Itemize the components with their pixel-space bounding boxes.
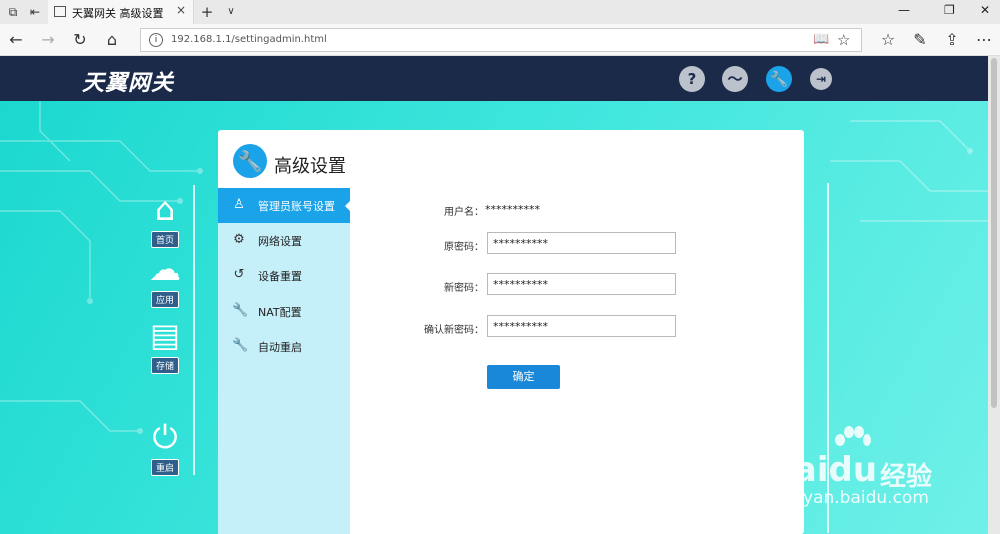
cloud-icon: ☁ — [149, 250, 181, 288]
nav-item-nat[interactable]: 🔧 NAT配置 — [218, 294, 350, 329]
maximize-icon[interactable]: ❐ — [944, 3, 955, 17]
username-value: ********** — [485, 203, 540, 216]
forward-icon[interactable]: → — [38, 30, 58, 50]
share-icon[interactable]: ⇪ — [942, 30, 962, 50]
help-icon[interactable]: ? — [679, 66, 705, 92]
info-icon[interactable]: i — [149, 33, 163, 47]
nav-item-admin-account[interactable]: ♙ 管理员账号设置 — [218, 188, 351, 223]
rail-item-reboot[interactable]: ⏻ 重启 — [142, 418, 188, 476]
rail-item-apps[interactable]: ☁ 应用 — [142, 250, 188, 308]
browser-tab-bar: ⧉ ⇤ 天翼网关 高级设置 × + ∨ — ❐ ✕ — [0, 0, 1000, 24]
settings-side-nav: ♙ 管理员账号设置 ⚙ 网络设置 ↺ 设备重置 🔧 NAT配置 🔧 自动重启 — [218, 188, 351, 534]
wrench-icon: 🔧 — [232, 303, 249, 318]
minimize-icon[interactable]: — — [898, 3, 910, 17]
confirm-password-input[interactable]: ********** — [487, 315, 676, 337]
reading-view-icon[interactable]: 📖 — [813, 32, 829, 47]
address-bar[interactable]: i 192.168.1.1/settingadmin.html 📖 ☆ — [140, 28, 862, 52]
tab-list-icon[interactable]: ∨ — [222, 3, 240, 21]
rail-label: 首页 — [150, 231, 179, 248]
rail-item-storage[interactable]: ▤ 存储 — [142, 316, 188, 374]
nav-item-label: 网络设置 — [258, 235, 302, 248]
rail-label: 应用 — [150, 291, 179, 308]
old-password-input[interactable]: ********** — [487, 232, 676, 254]
nav-item-auto-reboot[interactable]: 🔧 自动重启 — [218, 329, 350, 364]
page-icon — [54, 6, 66, 17]
gear-icon: ⚙ — [233, 232, 245, 247]
page-scrollbar[interactable] — [988, 56, 1000, 534]
settings-panel: 🔧 高级设置 ♙ 管理员账号设置 ⚙ 网络设置 ↺ 设备重置 🔧 NAT配置 🔧… — [218, 130, 804, 534]
username-label: 用户名： — [444, 207, 484, 218]
scrollbar-thumb[interactable] — [991, 58, 997, 408]
power-icon: ⏻ — [152, 418, 178, 456]
tab-actions-icon[interactable]: ⧉ — [4, 3, 22, 21]
url-text[interactable]: 192.168.1.1/settingadmin.html — [171, 34, 327, 45]
watermark-url: jingyan.baidu.com — [772, 488, 929, 508]
back-icon[interactable]: ← — [6, 30, 26, 50]
baidu-watermark: Baidu 经验 jingyan.baidu.com — [768, 426, 968, 510]
rail-item-home[interactable]: ⌂ 首页 — [142, 190, 188, 248]
logo: 天翼网关 — [82, 71, 175, 96]
logout-icon[interactable]: ⇥ — [810, 68, 832, 90]
tab-title: 天翼网关 高级设置 — [72, 7, 164, 20]
old-password-label: 原密码： — [444, 242, 484, 253]
window-close-icon[interactable]: ✕ — [980, 3, 990, 17]
favorites-hub-icon[interactable]: ☆ — [878, 30, 898, 50]
reset-icon: ↺ — [233, 267, 245, 282]
nav-item-label: 管理员账号设置 — [258, 200, 335, 213]
confirm-button[interactable]: 确定 — [487, 365, 560, 389]
wrench-icon: 🔧 — [233, 144, 267, 178]
app-header: 天翼网关 — [0, 56, 1000, 101]
new-password-label: 新密码： — [444, 283, 484, 294]
pen-icon[interactable]: ✎ — [910, 30, 930, 50]
new-tab-icon[interactable]: + — [198, 3, 216, 21]
nav-item-label: 自动重启 — [258, 341, 302, 354]
user-icon: ♙ — [233, 197, 245, 212]
rail-label: 存储 — [150, 357, 179, 374]
network-icon[interactable]: 〜 — [722, 66, 748, 92]
browser-nav-bar: ← → ↻ ⌂ i 192.168.1.1/settingadmin.html … — [0, 24, 1000, 56]
nav-item-device-reset[interactable]: ↺ 设备重置 — [218, 258, 350, 293]
nav-item-label: NAT配置 — [258, 306, 302, 319]
watermark-brand: Baidu — [768, 450, 877, 490]
nav-item-label: 设备重置 — [258, 270, 302, 283]
tab-aside-icon[interactable]: ⇤ — [26, 3, 44, 21]
rail-divider — [193, 185, 195, 475]
home-icon: ⌂ — [154, 190, 176, 228]
page-title: 高级设置 — [274, 156, 346, 177]
wrench-icon: 🔧 — [232, 338, 249, 353]
favorite-star-icon[interactable]: ☆ — [837, 31, 850, 49]
confirm-password-label: 确认新密码： — [424, 325, 484, 336]
watermark-brand-part1: Bai — [768, 450, 829, 490]
settings-wrench-icon[interactable]: 🔧 — [766, 66, 792, 92]
home-browser-icon[interactable]: ⌂ — [102, 30, 122, 50]
tab-close-icon[interactable]: × — [176, 3, 186, 17]
nav-item-network[interactable]: ⚙ 网络设置 — [218, 223, 350, 258]
rail-label: 重启 — [150, 459, 179, 476]
storage-icon: ▤ — [149, 316, 181, 354]
more-icon[interactable]: ⋯ — [974, 30, 994, 50]
watermark-brand-part2: du — [828, 450, 878, 490]
new-password-input[interactable]: ********** — [487, 273, 676, 295]
browser-tab[interactable]: 天翼网关 高级设置 × — [48, 0, 194, 24]
refresh-icon[interactable]: ↻ — [70, 30, 90, 50]
